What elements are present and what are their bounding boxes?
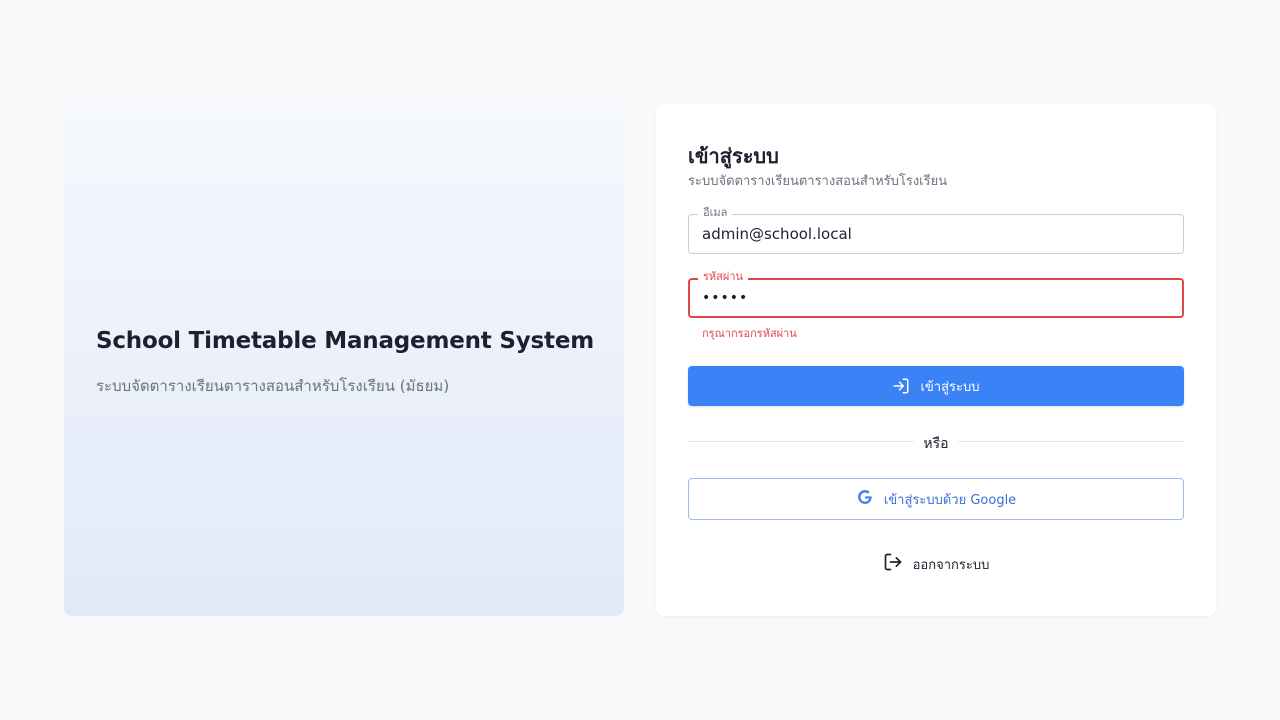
hero-title: School Timetable Management System <box>96 328 594 354</box>
password-error-message: กรุณากรอกรหัสผ่าน <box>702 327 797 340</box>
login-icon <box>892 377 910 395</box>
email-field[interactable]: อีเมล <box>688 206 1184 254</box>
google-login-button[interactable]: เข้าสู่ระบบด้วย Google <box>688 478 1184 520</box>
login-title: เข้าสู่ระบบ <box>688 144 779 168</box>
google-login-label: เข้าสู่ระบบด้วย Google <box>883 492 1017 508</box>
logout-label: ออกจากระบบ <box>912 557 990 573</box>
divider-text: หรือ <box>923 436 949 452</box>
logout-button[interactable]: ออกจากระบบ <box>872 550 1000 578</box>
login-subtitle: ระบบจัดตารางเรียนตารางสอนสำหรับโรงเรียน <box>688 174 948 189</box>
login-card: เข้าสู่ระบบ ระบบจัดตารางเรียนตารางสอนสำห… <box>656 104 1216 616</box>
password-field[interactable]: รหัสผ่าน <box>688 270 1184 318</box>
hero-subtitle: ระบบจัดตารางเรียนตารางสอนสำหรับโรงเรียน … <box>96 377 450 395</box>
email-input[interactable] <box>702 215 1162 253</box>
google-icon <box>856 488 874 510</box>
or-divider: หรือ <box>688 432 1184 452</box>
login-button-label: เข้าสู่ระบบ <box>920 379 980 395</box>
divider-line-right <box>958 441 1184 442</box>
hero-panel: School Timetable Management System ระบบจ… <box>64 104 624 616</box>
login-button[interactable]: เข้าสู่ระบบ <box>688 366 1184 406</box>
password-input[interactable] <box>702 280 1162 316</box>
login-page: School Timetable Management System ระบบจ… <box>0 0 1280 720</box>
logout-icon <box>883 552 903 576</box>
